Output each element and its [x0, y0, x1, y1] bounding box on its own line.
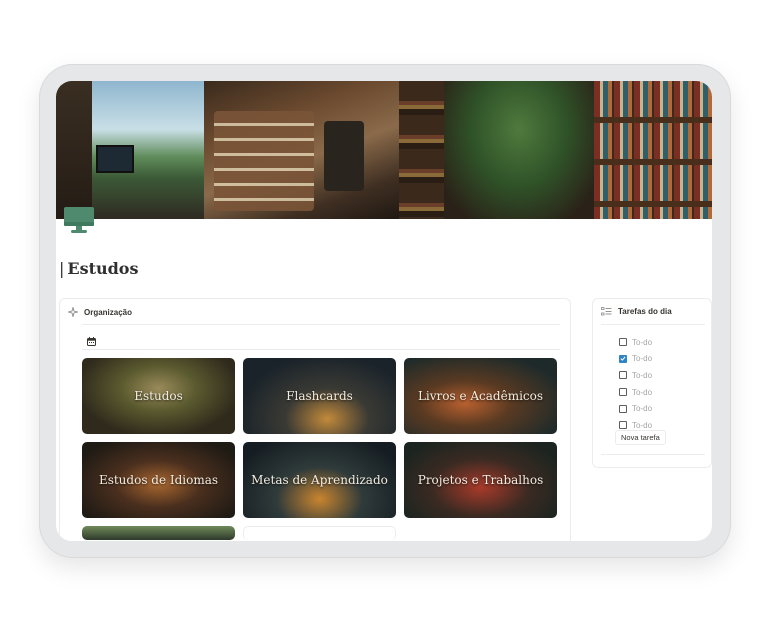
gallery-card-projetos[interactable]: Projetos e Trabalhos [404, 442, 557, 518]
cover-scene-desk [56, 81, 204, 219]
todo-label[interactable]: To-do [632, 388, 652, 397]
tarefas-header: Tarefas do dia [601, 307, 672, 316]
todo-item[interactable]: To-do [619, 384, 652, 401]
gallery-card-metas[interactable]: Metas de Aprendizado [243, 442, 396, 518]
cover-scene-tree [444, 81, 594, 219]
organizacao-title[interactable]: Organização [84, 308, 132, 317]
divider [82, 324, 560, 325]
monitor-icon[interactable] [63, 205, 95, 235]
gallery-card-livros[interactable]: Livros e Acadêmicos [404, 358, 557, 434]
gallery-card-empty[interactable] [243, 526, 396, 540]
todo-label[interactable]: To-do [632, 404, 652, 413]
cover-scene-books [204, 81, 399, 219]
checklist-icon [601, 307, 612, 316]
gallery-card-flashcards[interactable]: Flashcards [243, 358, 396, 434]
gallery-card-estudos[interactable]: Estudos [82, 358, 235, 434]
todo-label[interactable]: To-do [632, 354, 652, 363]
card-title: Estudos [134, 388, 183, 403]
new-task-button[interactable]: Nova tarefa [615, 430, 666, 445]
card-title: Flashcards [286, 388, 353, 403]
checkbox-checked[interactable] [619, 354, 627, 363]
todo-label[interactable]: To-do [632, 371, 652, 380]
sparkle-icon [68, 307, 78, 317]
card-title: Estudos de Idiomas [98, 472, 219, 487]
tarefas-panel: Tarefas do dia To-do To-do To-do To-do T… [592, 298, 712, 468]
gallery-view: Estudos Flashcards Livros e Acadêmicos E… [82, 358, 562, 541]
divider [601, 454, 705, 455]
checkbox[interactable] [619, 371, 627, 380]
card-title: Livros e Acadêmicos [417, 388, 544, 403]
todo-label[interactable]: To-do [632, 421, 652, 430]
card-title: Metas de Aprendizado [251, 472, 388, 487]
title-divider: | [59, 259, 65, 278]
card-title: Projetos e Trabalhos [417, 472, 544, 487]
divider [601, 324, 705, 325]
todo-item[interactable]: To-do [619, 351, 652, 368]
todo-item[interactable]: To-do [619, 400, 652, 417]
checkbox[interactable] [619, 404, 627, 413]
page-title[interactable]: | Estudos [59, 259, 138, 278]
organizacao-header: Organização [68, 307, 132, 317]
checkbox[interactable] [619, 388, 627, 397]
gallery-card-idiomas[interactable]: Estudos de Idiomas [82, 442, 235, 518]
divider [82, 349, 560, 350]
cover-image[interactable] [56, 81, 712, 219]
todo-label[interactable]: To-do [632, 338, 652, 347]
tarefas-title[interactable]: Tarefas do dia [618, 307, 672, 316]
notion-page: | Estudos Organização Estudos Flashcards… [56, 81, 712, 541]
todo-item[interactable]: To-do [619, 367, 652, 384]
organizacao-panel: Organização Estudos Flashcards Livros e … [59, 298, 571, 541]
todo-item[interactable]: To-do [619, 334, 652, 351]
check-icon [620, 356, 626, 362]
cover-scene-shelf [399, 81, 444, 219]
page-title-text: Estudos [67, 259, 139, 278]
checkbox[interactable] [619, 338, 627, 347]
cover-scene-bookcase [594, 81, 712, 219]
todo-list: To-do To-do To-do To-do To-do To-do [619, 334, 652, 434]
checkbox[interactable] [619, 421, 627, 430]
gallery-card-partial[interactable] [82, 526, 235, 540]
